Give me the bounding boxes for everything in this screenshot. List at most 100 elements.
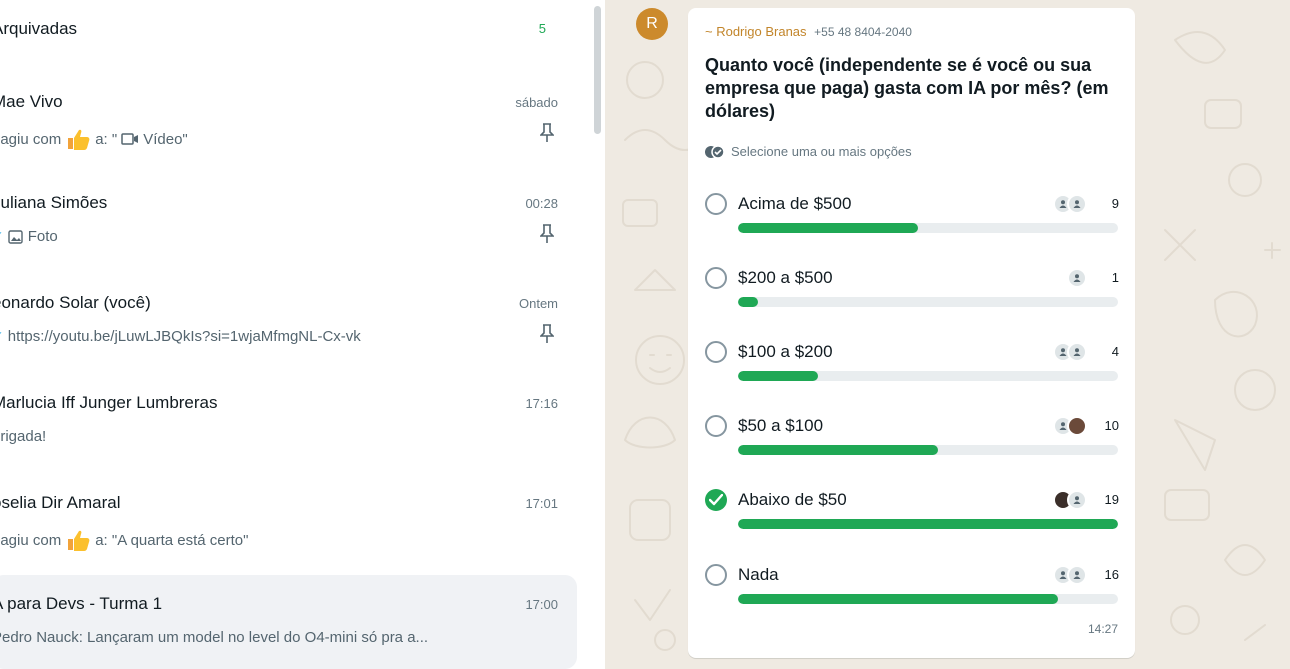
poll-option[interactable]: $200 a $500 1 (705, 265, 1119, 325)
chat-name: A para Devs - Turma 1 (0, 594, 163, 613)
chat-row[interactable]: A para Devs - Turma 1 17:00 Pedro Nauck: L… (0, 575, 577, 669)
chat-name: Mae Vivo (0, 92, 63, 111)
poll-option[interactable]: Nada 16 (705, 562, 1119, 622)
poll-option-label: $200 a $500 (738, 268, 833, 287)
chat-time: sábado (515, 95, 558, 110)
chat-row[interactable]: eonardo Solar (você) Ontem ✓https://youtu.… (0, 274, 577, 368)
chat-time: 17:16 (525, 396, 558, 411)
chat-list-panel: Arquivadas 5 Mae Vivo sábado eagiu com a: "… (0, 0, 605, 669)
preview-media-label: Vídeo" (143, 130, 188, 148)
chat-row[interactable]: Juliana Simões 00:28 ✓ Foto (0, 174, 577, 268)
chat-row[interactable]: Marlucia Iff Junger Lumbreras 17:16 brigad… (0, 374, 577, 468)
poll-option-label: Acima de $500 (738, 194, 852, 213)
poll-option-label: $50 a $100 (738, 416, 824, 435)
poll-option-label: Abaixo de $50 (738, 490, 847, 509)
poll-hint: Selecione uma ou mais opções (705, 144, 912, 159)
preview-text: Pedro Nauck: Lançaram um model no level … (0, 629, 429, 646)
vote-count: 1 (1111, 270, 1119, 285)
radio-button[interactable] (705, 267, 727, 289)
thumbs-up-icon (65, 127, 91, 151)
chat-preview: eagiu com a: "A quarta está certo" (0, 528, 248, 552)
archived-chats-row[interactable]: Arquivadas 5 (0, 0, 560, 60)
vote-count: 4 (1111, 344, 1119, 359)
default-avatar-icon (1067, 194, 1087, 214)
chat-name: Marlucia Iff Junger Lumbreras (0, 393, 218, 412)
chat-list-scrollbar[interactable] (594, 6, 601, 134)
vote-bar-fill (738, 223, 918, 233)
preview-prefix: eagiu com (0, 531, 62, 549)
preview-text: https://youtu.be/jLuwLJBQkIs?si=1wjaMfmg… (7, 328, 361, 345)
thumbs-up-icon (65, 528, 91, 552)
pin-icon (539, 123, 555, 143)
chat-preview: ✓https://youtu.be/jLuwLJBQkIs?si=1wjaMfm… (0, 328, 361, 345)
vote-bar-fill (738, 519, 1118, 529)
video-icon (121, 132, 139, 146)
vote-bar-track (738, 297, 1118, 307)
vote-bar-track (738, 445, 1118, 455)
vote-bar-track (738, 519, 1118, 529)
poll-option[interactable]: Abaixo de $50 19 (705, 487, 1119, 547)
checked-radio-icon[interactable] (705, 489, 727, 511)
sender-row: ~ Rodrigo Branas +55 48 8404-2040 (705, 24, 912, 39)
poll-option-label: Nada (738, 565, 779, 584)
double-check-circle-icon (705, 144, 725, 159)
chat-name: eonardo Solar (você) (0, 293, 151, 312)
sender-phone: +55 48 8404-2040 (814, 25, 912, 39)
voter-avatars[interactable] (1053, 565, 1087, 585)
vote-bar-fill (738, 594, 1058, 604)
poll-option[interactable]: Acima de $500 9 (705, 191, 1119, 251)
archived-count-badge: 5 (538, 21, 546, 36)
message-time: 14:27 (1087, 622, 1118, 636)
radio-button[interactable] (705, 341, 727, 363)
voter-photo-avatar (1067, 416, 1087, 436)
preview-text: a: " (95, 130, 118, 148)
poll-question: Quanto você (independente se é você ou s… (705, 55, 1109, 121)
chat-time: 17:00 (525, 597, 558, 612)
preview-text: a: "A quarta está certo" (95, 531, 249, 549)
poll-option[interactable]: $100 a $200 4 (705, 339, 1119, 399)
vote-count: 16 (1104, 567, 1119, 582)
poll-option[interactable]: $50 a $100 10 (705, 413, 1119, 473)
sent-check-icon: ✓ (0, 328, 4, 345)
pin-icon (539, 224, 555, 244)
voter-avatars[interactable] (1053, 490, 1087, 510)
vote-bar-track (738, 371, 1118, 381)
chat-time: 00:28 (525, 196, 558, 211)
voter-avatars[interactable] (1053, 194, 1087, 214)
default-avatar-icon (1067, 490, 1087, 510)
chat-row[interactable]: ôselia Dir Amaral 17:01 eagiu com a: "A qua… (0, 474, 577, 568)
radio-button[interactable] (705, 415, 727, 437)
poll-hint-text: Selecione uma ou mais opções (731, 144, 912, 159)
pin-icon (539, 324, 555, 344)
poll-message-bubble: ~ Rodrigo Branas +55 48 8404-2040 Quanto… (688, 8, 1135, 658)
default-avatar-icon (1067, 342, 1087, 362)
default-avatar-icon (1067, 268, 1087, 288)
chat-preview: ✓ Foto (0, 228, 58, 245)
chat-row[interactable]: Mae Vivo sábado eagiu com a: " Vídeo" (0, 73, 577, 167)
preview-text: Foto (27, 228, 58, 245)
vote-count: 19 (1104, 492, 1119, 507)
sender-avatar[interactable]: R (636, 8, 668, 40)
vote-bar-fill (738, 297, 758, 307)
radio-button[interactable] (705, 564, 727, 586)
image-icon (8, 229, 24, 244)
vote-bar-track (738, 223, 1118, 233)
sent-check-icon: ✓ (0, 228, 4, 245)
chat-preview: eagiu com a: " Vídeo" (0, 127, 188, 151)
voter-avatars[interactable] (1067, 268, 1087, 288)
sender-name[interactable]: ~ Rodrigo Branas (705, 24, 807, 39)
chat-preview: Pedro Nauck: Lançaram um model no level … (0, 629, 428, 646)
chat-time: 17:01 (525, 496, 558, 511)
vote-count: 9 (1111, 196, 1119, 211)
archived-label: Arquivadas (0, 19, 78, 38)
voter-avatars[interactable] (1053, 342, 1087, 362)
voter-avatars[interactable] (1053, 416, 1087, 436)
preview-text: brigada! (0, 428, 47, 445)
radio-button[interactable] (705, 193, 727, 215)
vote-bar-fill (738, 445, 938, 455)
vote-count: 10 (1104, 418, 1119, 433)
chat-preview: brigada! (0, 428, 46, 445)
vote-bar-fill (738, 371, 818, 381)
conversation-panel: R ~ Rodrigo Branas +55 48 8404-2040 Quan… (605, 0, 1290, 669)
vote-bar-track (738, 594, 1118, 604)
